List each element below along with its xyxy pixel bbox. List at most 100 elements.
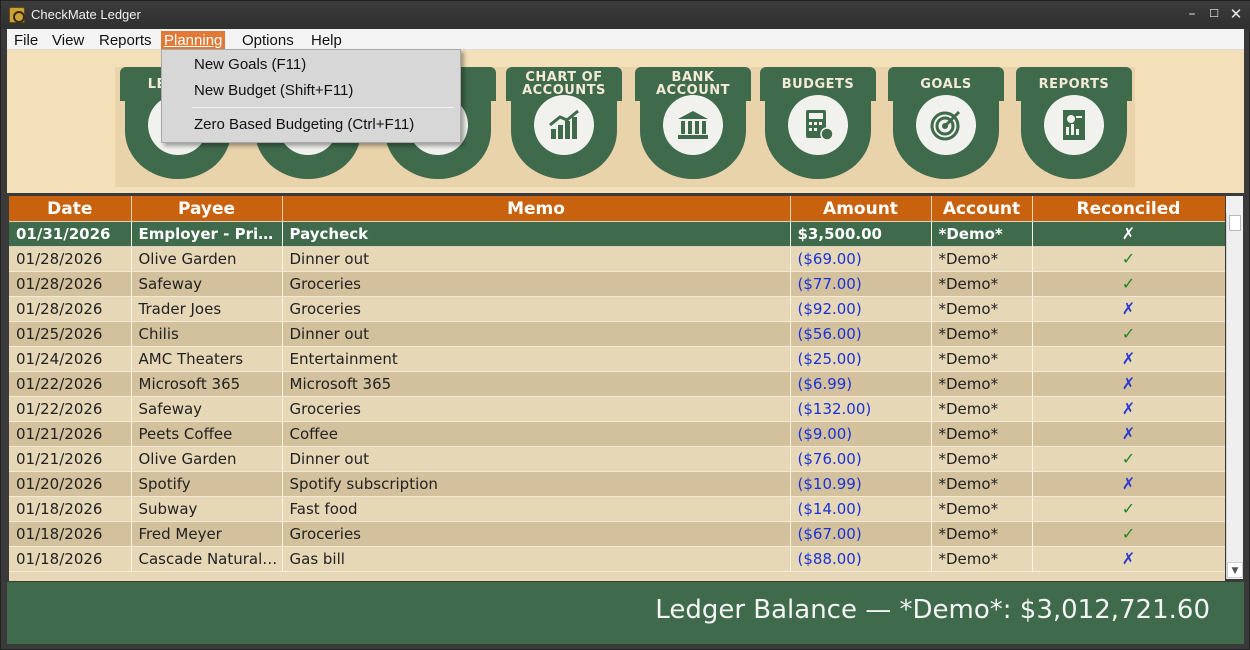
cell-reconciled[interactable]: ✓ — [1032, 246, 1225, 272]
cell-account[interactable]: *Demo* — [931, 246, 1033, 272]
scroll-down-button[interactable]: ▼ — [1227, 562, 1243, 578]
menu-item-new-budget[interactable]: New Budget (Shift+F11) — [162, 79, 460, 103]
cell-amount[interactable]: ($14.00) — [790, 496, 932, 522]
bank-account-button[interactable]: BANK ACCOUNT — [635, 67, 751, 179]
column-header-date[interactable]: Date — [9, 196, 132, 221]
cell-memo[interactable]: Dinner out — [282, 246, 791, 272]
budgets-button[interactable]: BUDGETS — [760, 67, 876, 179]
scrollbar-thumb[interactable] — [1229, 215, 1241, 231]
cell-memo[interactable]: Fast food — [282, 496, 791, 522]
cell-reconciled[interactable]: ✓ — [1032, 521, 1225, 547]
cell-memo[interactable]: Groceries — [282, 296, 791, 322]
cell-memo[interactable]: Entertainment — [282, 346, 791, 372]
cell-date[interactable]: 01/31/2026 — [9, 220, 132, 247]
cell-payee[interactable]: Employer - Primary Job — [131, 220, 283, 247]
cell-amount[interactable]: ($69.00) — [790, 246, 932, 272]
table-row[interactable]: 01/20/2026 Spotify Spotify subscription ($1… — [9, 471, 1225, 497]
cell-account[interactable]: *Demo* — [931, 421, 1033, 447]
table-row[interactable]: 01/24/2026 AMC Theaters Entertainment ($25.… — [9, 346, 1225, 372]
table-row[interactable]: 01/25/2026 Chilis Dinner out ($56.00) *Demo*… — [9, 321, 1225, 347]
table-row[interactable]: 01/31/2026Employer - Primary JobPaycheck… — [9, 220, 1225, 247]
cell-amount[interactable]: ($77.00) — [790, 271, 932, 297]
menu-file[interactable]: File — [11, 31, 41, 50]
cell-payee[interactable]: Chilis — [131, 321, 283, 347]
column-header-payee[interactable]: Payee — [131, 196, 283, 221]
cell-date[interactable]: 01/22/2026 — [9, 396, 132, 422]
cell-date[interactable]: 01/18/2026 — [9, 546, 132, 572]
menu-item-zero-based-budgeting[interactable]: Zero Based Budgeting (Ctrl+F11) — [162, 113, 460, 137]
cell-date[interactable]: 01/20/2026 — [9, 471, 132, 497]
close-button[interactable]: ✕ — [1227, 5, 1245, 23]
cell-amount[interactable]: ($9.00) — [790, 421, 932, 447]
reports-button[interactable]: REPORTS — [1016, 67, 1132, 179]
table-row[interactable]: 01/21/2026 Olive Garden Dinner out ($76.00)… — [9, 446, 1225, 472]
cell-amount[interactable]: ($10.99) — [790, 471, 932, 497]
cell-date[interactable]: 01/21/2026 — [9, 446, 132, 472]
cell-payee[interactable]: Safeway — [131, 396, 283, 422]
cell-payee[interactable]: Safeway — [131, 271, 283, 297]
cell-payee[interactable]: Microsoft 365 — [131, 371, 283, 397]
cell-account[interactable]: *Demo* — [931, 446, 1033, 472]
cell-reconciled[interactable]: ✗ — [1032, 396, 1225, 422]
cell-memo[interactable]: Coffee — [282, 421, 791, 447]
cell-amount[interactable]: ($92.00) — [790, 296, 932, 322]
cell-account[interactable]: *Demo* — [931, 471, 1033, 497]
cell-reconciled[interactable]: ✗ — [1032, 371, 1225, 397]
cell-date[interactable]: 01/28/2026 — [9, 246, 132, 272]
cell-amount[interactable]: ($132.00) — [790, 396, 932, 422]
table-row[interactable]: 01/22/2026 Microsoft 365 Microsoft 365 ($6.… — [9, 371, 1225, 397]
cell-memo[interactable]: Spotify subscription — [282, 471, 791, 497]
cell-account[interactable]: *Demo* — [931, 496, 1033, 522]
cell-reconciled[interactable]: ✓ — [1032, 496, 1225, 522]
title-bar[interactable]: CheckMate Ledger – ☐ ✕ — [1, 1, 1250, 29]
cell-account[interactable]: *Demo* — [931, 396, 1033, 422]
cell-account[interactable]: *Demo* — [931, 346, 1033, 372]
menu-help[interactable]: Help — [308, 31, 345, 50]
cell-reconciled[interactable]: ✓ — [1032, 446, 1225, 472]
cell-memo[interactable]: Dinner out — [282, 446, 791, 472]
cell-payee[interactable]: Olive Garden — [131, 246, 283, 272]
cell-reconciled[interactable]: ✗ — [1032, 220, 1225, 247]
maximize-button[interactable]: ☐ — [1205, 5, 1223, 23]
menu-options[interactable]: Options — [239, 31, 297, 50]
cell-reconciled[interactable]: ✗ — [1032, 471, 1225, 497]
cell-memo[interactable]: Groceries — [282, 271, 791, 297]
chart-of-accounts-button[interactable]: CHART OF ACCOUNTS — [506, 67, 622, 179]
cell-account[interactable]: *Demo* — [931, 296, 1033, 322]
table-row[interactable]: 01/18/2026 Cascade Natural Gas Gas bill ($8… — [9, 546, 1225, 572]
cell-date[interactable]: 01/28/2026 — [9, 271, 132, 297]
cell-amount[interactable]: ($88.00) — [790, 546, 932, 572]
cell-payee[interactable]: AMC Theaters — [131, 346, 283, 372]
cell-reconciled[interactable]: ✓ — [1032, 271, 1225, 297]
cell-account[interactable]: *Demo* — [931, 271, 1033, 297]
cell-reconciled[interactable]: ✗ — [1032, 296, 1225, 322]
minimize-button[interactable]: – — [1183, 5, 1201, 23]
column-header-memo[interactable]: Memo — [282, 196, 791, 221]
column-header-reconciled[interactable]: Reconciled — [1032, 196, 1225, 221]
menu-planning[interactable]: Planning — [161, 31, 226, 50]
cell-date[interactable]: 01/24/2026 — [9, 346, 132, 372]
cell-amount[interactable]: ($67.00) — [790, 521, 932, 547]
cell-amount[interactable]: ($6.99) — [790, 371, 932, 397]
table-row[interactable]: 01/28/2026 Olive Garden Dinner out ($69.00)… — [9, 246, 1225, 272]
cell-account[interactable]: *Demo* — [931, 321, 1033, 347]
cell-payee[interactable]: Cascade Natural Gas — [131, 546, 283, 572]
cell-amount[interactable]: ($25.00) — [790, 346, 932, 372]
menu-item-new-goals[interactable]: New Goals (F11) — [162, 53, 460, 77]
cell-date[interactable]: 01/18/2026 — [9, 521, 132, 547]
cell-payee[interactable]: Fred Meyer — [131, 521, 283, 547]
cell-account[interactable]: *Demo* — [931, 521, 1033, 547]
cell-date[interactable]: 01/28/2026 — [9, 296, 132, 322]
cell-date[interactable]: 01/25/2026 — [9, 321, 132, 347]
cell-memo[interactable]: Paycheck — [282, 220, 791, 247]
cell-payee[interactable]: Subway — [131, 496, 283, 522]
cell-date[interactable]: 01/21/2026 — [9, 421, 132, 447]
table-row[interactable]: 01/21/2026 Peets Coffee Coffee ($9.00) *Demo… — [9, 421, 1225, 447]
cell-date[interactable]: 01/22/2026 — [9, 371, 132, 397]
cell-memo[interactable]: Microsoft 365 — [282, 371, 791, 397]
cell-amount[interactable]: ($56.00) — [790, 321, 932, 347]
cell-payee[interactable]: Spotify — [131, 471, 283, 497]
vertical-scrollbar[interactable]: ▼ — [1226, 213, 1243, 579]
cell-reconciled[interactable]: ✗ — [1032, 421, 1225, 447]
table-row[interactable]: 01/18/2026 Fred Meyer Groceries ($67.00) *De… — [9, 521, 1225, 547]
